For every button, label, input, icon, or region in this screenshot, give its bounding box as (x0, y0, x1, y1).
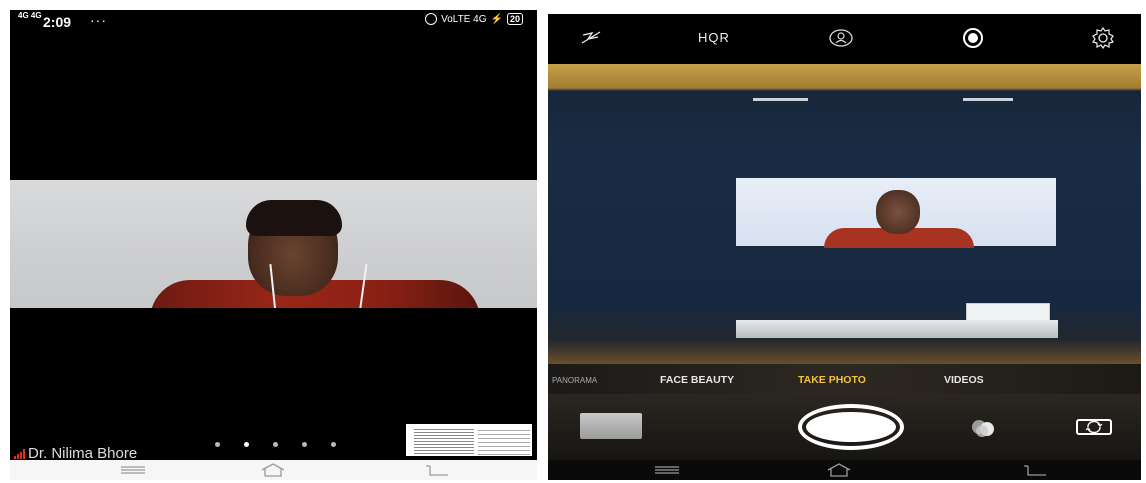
remote-video[interactable] (10, 180, 537, 308)
hqr-toggle[interactable]: HQR (698, 30, 730, 45)
tv-taskbar (736, 320, 1058, 338)
mode-face-beauty[interactable]: FACE BEAUTY (660, 374, 734, 386)
signal-bars-icon (14, 448, 25, 459)
live-photo-icon[interactable] (960, 27, 986, 49)
home-icon[interactable] (258, 463, 288, 477)
nav-bar (548, 460, 1141, 480)
page-dot[interactable] (273, 442, 278, 447)
menu-icon[interactable] (118, 463, 148, 477)
self-preview-thumbnail[interactable] (404, 422, 534, 458)
video-call-screen: 4G 4G 2:09 ··· VoLTE 4G ⚡ 20 Dr. Nilima … (10, 10, 537, 480)
tv-text-line (753, 98, 808, 101)
status-right: VoLTE 4G ⚡ 20 (425, 13, 523, 25)
filters-icon[interactable] (968, 418, 998, 438)
gear-icon[interactable] (1090, 27, 1116, 49)
charging-icon: ⚡ (490, 13, 503, 25)
more-notifications: ··· (90, 12, 107, 28)
person-hair (246, 200, 342, 236)
page-dot[interactable] (215, 442, 220, 447)
page-indicator[interactable] (215, 442, 336, 447)
back-icon[interactable] (1020, 463, 1050, 477)
nav-bar (10, 460, 537, 480)
network-indicator: 4G 4G (18, 11, 42, 20)
mode-videos[interactable]: VIDEOS (944, 374, 984, 386)
switch-arrows-icon (1085, 421, 1103, 433)
home-icon[interactable] (824, 463, 854, 477)
camera-top-bar: HQR (548, 14, 1141, 64)
mode-panorama[interactable]: PANORAMA (552, 376, 597, 385)
preview-document (478, 427, 530, 455)
battery-indicator: 20 (506, 13, 523, 25)
back-icon[interactable] (422, 463, 452, 477)
camera-mode-strip: PANORAMA FACE BEAUTY TAKE PHOTO VIDEOS (548, 364, 1141, 394)
status-bar: 4G 4G 2:09 ··· VoLTE 4G ⚡ 20 (10, 10, 537, 34)
tv-text-line (963, 98, 1013, 101)
tv-person-face (876, 190, 920, 234)
network-right: VoLTE 4G (441, 13, 487, 25)
camera-screen: HQR PANORAMA FACE BEAUTY TAKE PHOTO VIDE… (548, 14, 1141, 480)
page-dot-active[interactable] (244, 442, 249, 447)
flash-off-icon[interactable] (578, 27, 604, 49)
shutter-button[interactable] (798, 404, 904, 450)
status-time: 2:09 (43, 14, 72, 30)
tv-screen (736, 178, 1056, 248)
camera-controls (548, 394, 1141, 460)
mode-take-photo[interactable]: TAKE PHOTO (798, 374, 866, 386)
gallery-thumbnail[interactable] (580, 413, 642, 439)
menu-icon[interactable] (652, 463, 682, 477)
camera-viewfinder[interactable] (548, 64, 1141, 364)
alarm-icon (425, 13, 438, 25)
page-dot[interactable] (331, 442, 336, 447)
preview-document (414, 427, 474, 455)
page-dot[interactable] (302, 442, 307, 447)
shutter-inner (806, 412, 896, 442)
switch-camera-icon[interactable] (1076, 419, 1112, 435)
face-beauty-icon[interactable] (828, 27, 854, 49)
